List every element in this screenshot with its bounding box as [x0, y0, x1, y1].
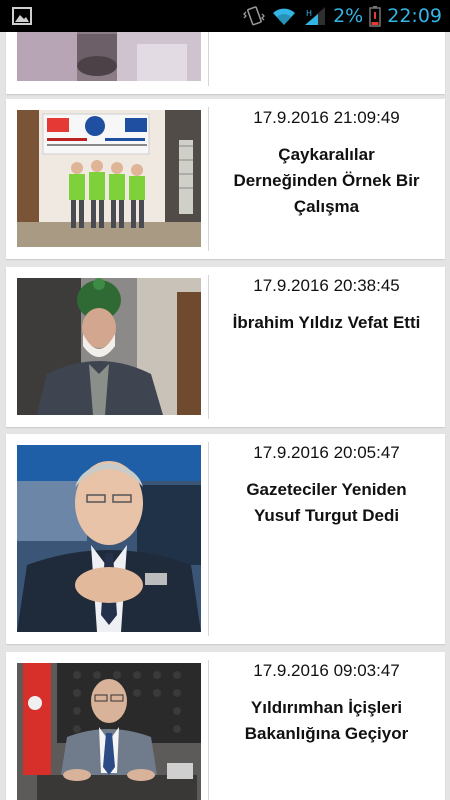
- vibrate-icon: [243, 5, 265, 27]
- news-card[interactable]: 17.9.2016 20:05:47 Gazeteciler Yeniden Y…: [6, 434, 445, 644]
- svg-text:H: H: [306, 9, 312, 18]
- news-thumbnail: [17, 445, 201, 632]
- news-title[interactable]: Gazeteciler Yeniden Yusuf Turgut Dedi: [214, 477, 439, 529]
- status-bar: H 2% 22:09: [0, 0, 450, 32]
- news-card[interactable]: 17.9.2016 09:03:47 Yıldırımhan İçişleri …: [6, 652, 445, 800]
- news-card[interactable]: [6, 32, 445, 94]
- battery-low-icon: [369, 5, 381, 27]
- news-date: 17.9.2016 20:05:47: [253, 443, 400, 462]
- news-thumbnail: [17, 110, 201, 247]
- news-feed[interactable]: 17.9.2016 21:09:49 Çaykaralılar Derneğin…: [0, 32, 450, 800]
- news-thumbnail: [17, 32, 201, 81]
- clock: 22:09: [387, 5, 442, 27]
- image-notification-icon: [12, 7, 32, 25]
- news-title[interactable]: Çaykaralılar Derneğinden Örnek Bir Çalış…: [214, 142, 439, 220]
- news-card[interactable]: 17.9.2016 20:38:45 İbrahim Yıldız Vefat …: [6, 267, 445, 427]
- news-card[interactable]: 17.9.2016 21:09:49 Çaykaralılar Derneğin…: [6, 99, 445, 259]
- news-thumbnail: [17, 663, 201, 800]
- news-title[interactable]: İbrahim Yıldız Vefat Etti: [214, 310, 439, 336]
- wifi-icon: [271, 5, 297, 27]
- battery-percent: 2%: [333, 5, 364, 27]
- news-date: 17.9.2016 20:38:45: [253, 276, 400, 295]
- news-date: 17.9.2016 09:03:47: [253, 661, 400, 680]
- news-title[interactable]: Yıldırımhan İçişleri Bakanlığına Geçiyor: [214, 695, 439, 747]
- news-date: 17.9.2016 21:09:49: [253, 108, 400, 127]
- signal-icon: H: [303, 5, 327, 27]
- news-thumbnail: [17, 278, 201, 415]
